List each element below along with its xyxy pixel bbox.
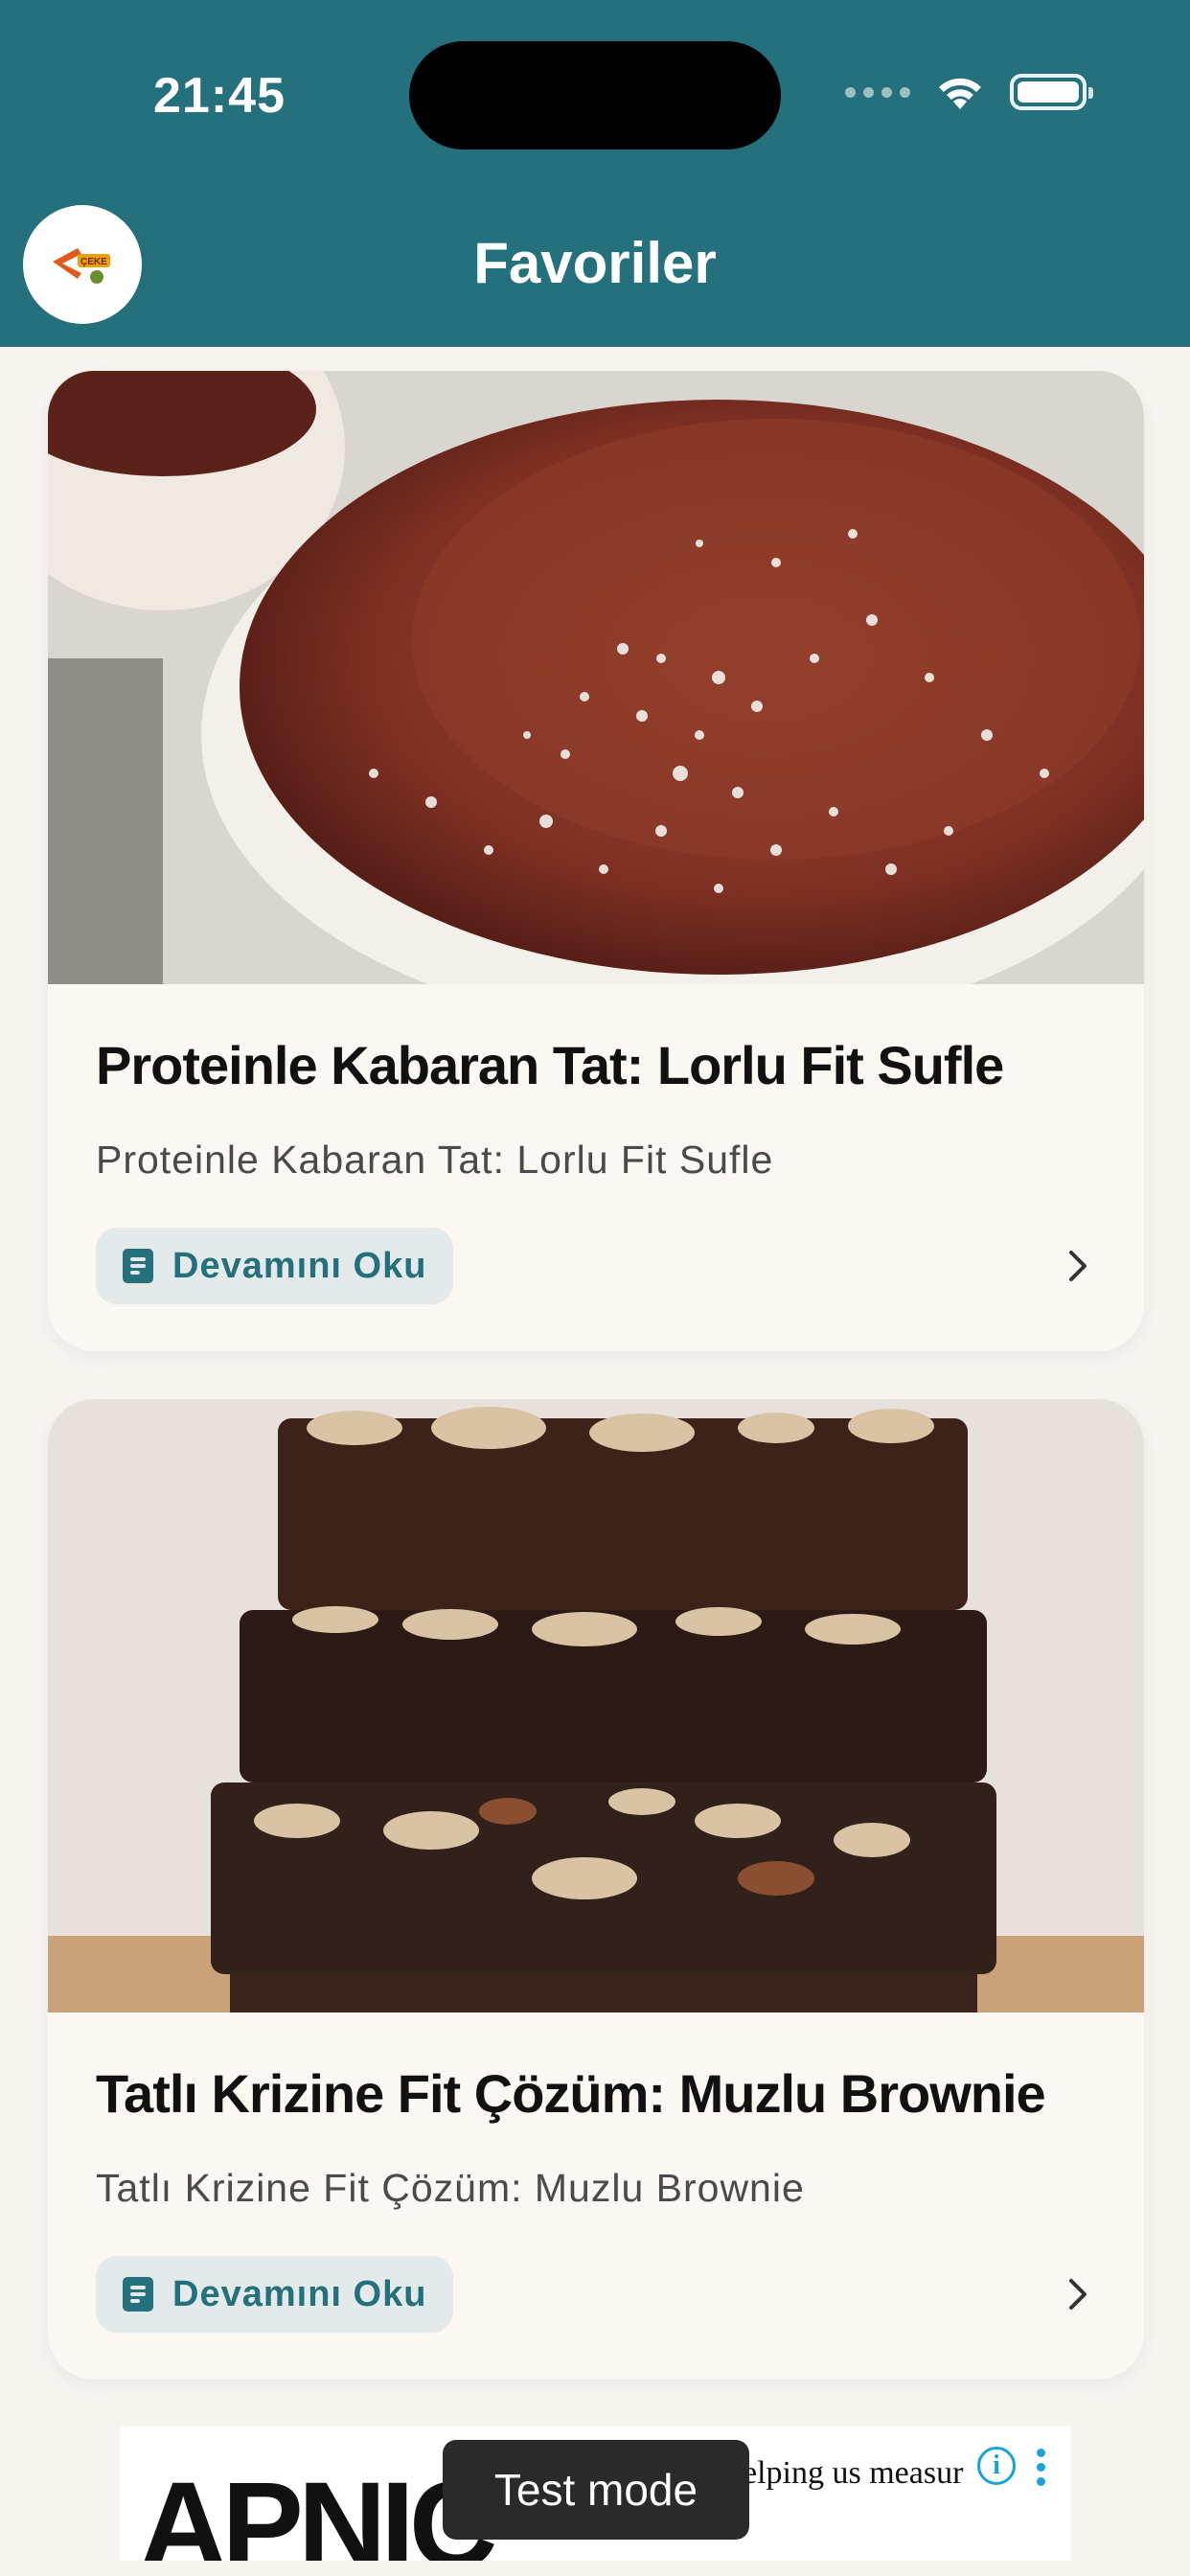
recipe-title[interactable]: Tatlı Krizine Fit Çözüm: Muzlu Brownie xyxy=(96,2062,1046,2125)
test-mode-toast: Test mode xyxy=(443,2440,749,2540)
battery-icon xyxy=(1010,74,1093,110)
ad-brand: APNIC xyxy=(139,2457,497,2561)
recipe-card[interactable]: Proteinle Kabaran Tat: Lorlu Fit Sufle P… xyxy=(48,371,1144,1351)
page-title: Favoriler xyxy=(473,231,717,295)
app-header: 21:45 ÇEKE Favoriler xyxy=(0,0,1190,347)
wifi-icon xyxy=(939,78,981,109)
ad-info-icon[interactable]: i xyxy=(977,2447,1016,2485)
document-icon xyxy=(123,1249,153,1283)
ad-text: elping us measur xyxy=(743,2455,964,2491)
chevron-right-icon[interactable] xyxy=(1058,2275,1096,2313)
status-time: 21:45 xyxy=(153,68,286,124)
status-icons xyxy=(845,73,1093,111)
recipe-subtitle: Tatlı Krizine Fit Çözüm: Muzlu Brownie xyxy=(96,2166,805,2210)
recipe-card[interactable]: Tatlı Krizine Fit Çözüm: Muzlu Brownie T… xyxy=(48,1399,1144,2380)
read-more-button[interactable]: Devamını Oku xyxy=(96,1228,454,1304)
chevron-right-icon[interactable] xyxy=(1058,1247,1096,1285)
ad-more-icon[interactable] xyxy=(1037,2449,1048,2492)
recipe-subtitle: Proteinle Kabaran Tat: Lorlu Fit Sufle xyxy=(96,1138,774,1182)
read-more-label: Devamını Oku xyxy=(172,2273,427,2314)
document-icon xyxy=(123,2277,153,2312)
read-more-button[interactable]: Devamını Oku xyxy=(96,2256,454,2333)
cellular-signal-icon xyxy=(845,86,910,98)
dynamic-island xyxy=(409,41,781,150)
recipe-image-brownie[interactable] xyxy=(48,1399,1144,2012)
recipe-title[interactable]: Proteinle Kabaran Tat: Lorlu Fit Sufle xyxy=(96,1034,1004,1096)
recipe-image-souffle[interactable] xyxy=(48,371,1144,984)
read-more-label: Devamını Oku xyxy=(172,1245,427,1286)
